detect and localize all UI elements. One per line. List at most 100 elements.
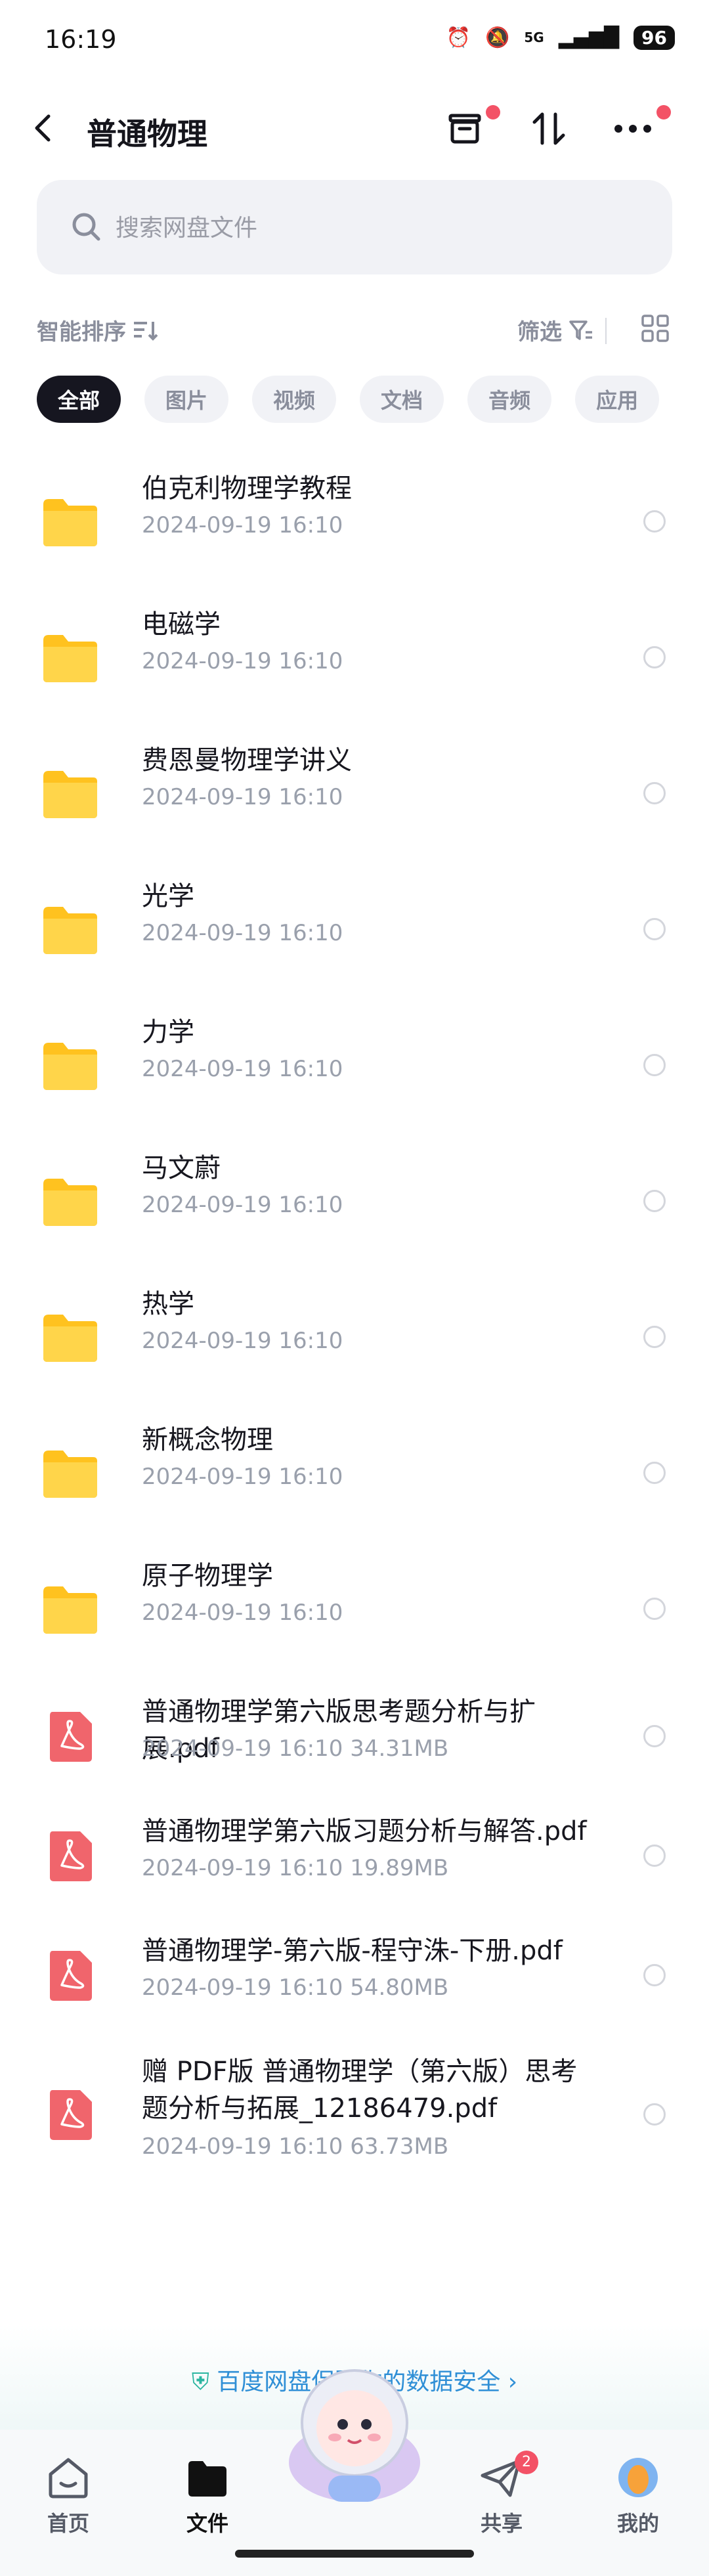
chip-documents[interactable]: 文档 bbox=[360, 376, 444, 423]
file-name: 马文蔚 bbox=[142, 1153, 221, 1183]
folder-row[interactable]: 马文蔚 2024-09-19 16:10 bbox=[0, 1133, 709, 1269]
mascot-astronaut-icon bbox=[289, 2369, 420, 2502]
shield-icon: ⛨ bbox=[191, 2369, 209, 2395]
filter-button[interactable]: 筛选 bbox=[517, 314, 593, 346]
more-dots-icon bbox=[614, 125, 651, 133]
file-meta: 2024-09-19 16:10 bbox=[142, 1192, 343, 1218]
mascot-button[interactable] bbox=[282, 2351, 427, 2508]
more-button[interactable] bbox=[607, 102, 671, 155]
battery-indicator: 96 bbox=[634, 25, 675, 50]
signal-icon: ▂▄▆█ bbox=[558, 26, 620, 49]
file-meta: 2024-09-19 16:10 34.31MB bbox=[142, 1736, 449, 1762]
tab-home[interactable]: 首页 bbox=[16, 2456, 121, 2537]
pdf-icon bbox=[47, 1948, 95, 2005]
chip-apps[interactable]: 应用 bbox=[575, 376, 660, 423]
alarm-icon: ⏰ bbox=[446, 26, 471, 49]
select-checkbox[interactable] bbox=[643, 1461, 666, 1484]
tab-home-label: 首页 bbox=[47, 2511, 89, 2536]
file-name: 赠 PDF版 普通物理学（第六版）思考题分析与拓展_12186479.pdf bbox=[142, 2057, 578, 2124]
select-checkbox[interactable] bbox=[643, 917, 666, 940]
file-meta: 2024-09-19 16:10 63.73MB bbox=[142, 2133, 449, 2160]
file-name: 热学 bbox=[142, 1289, 194, 1319]
sort-lines-icon bbox=[134, 321, 158, 341]
archive-icon bbox=[448, 114, 481, 144]
select-checkbox[interactable] bbox=[643, 1845, 666, 1867]
search-icon bbox=[72, 213, 100, 241]
filter-label: 筛选 bbox=[517, 319, 562, 345]
file-name: 普通物理学-第六版-程守洙-下册.pdf bbox=[142, 1936, 563, 1966]
tab-share-label: 共享 bbox=[480, 2511, 523, 2536]
select-checkbox[interactable] bbox=[643, 1597, 666, 1620]
category-chips: 全部 图片 视频 文档 音频 应用 bbox=[37, 376, 660, 426]
file-meta: 2024-09-19 16:10 bbox=[142, 1328, 343, 1354]
file-meta: 2024-09-19 16:10 bbox=[142, 1600, 343, 1626]
folder-icon bbox=[41, 631, 100, 686]
pdf-icon bbox=[47, 1709, 95, 1766]
chip-all[interactable]: 全部 bbox=[37, 376, 121, 423]
home-indicator bbox=[235, 2550, 474, 2558]
page-title: 普通物理 bbox=[87, 116, 207, 152]
folder-row[interactable]: 光学 2024-09-19 16:10 bbox=[0, 861, 709, 997]
filter-icon bbox=[569, 320, 592, 340]
file-name: 原子物理学 bbox=[142, 1561, 273, 1591]
folder-row[interactable]: 伯克利物理学教程 2024-09-19 16:10 bbox=[0, 453, 709, 589]
notification-dot bbox=[656, 105, 671, 120]
search-input[interactable] bbox=[114, 206, 642, 250]
chip-audio[interactable]: 音频 bbox=[467, 376, 552, 423]
select-checkbox[interactable] bbox=[643, 1964, 666, 1986]
tab-share[interactable]: 2 共享 bbox=[449, 2451, 554, 2537]
pdf-icon bbox=[47, 2087, 95, 2144]
chip-videos[interactable]: 视频 bbox=[252, 376, 337, 423]
pdf-icon bbox=[47, 1829, 95, 1885]
back-button[interactable] bbox=[33, 105, 66, 151]
file-meta: 2024-09-19 16:10 bbox=[142, 1464, 343, 1490]
folder-row[interactable]: 电磁学 2024-09-19 16:10 bbox=[0, 589, 709, 725]
mute-bell-icon: 🔕 bbox=[485, 26, 510, 49]
folder-row[interactable]: 热学 2024-09-19 16:10 bbox=[0, 1269, 709, 1405]
status-bar: 16:19 ⏰ 🔕 5G ▂▄▆█ 96 bbox=[0, 0, 709, 72]
select-checkbox[interactable] bbox=[643, 510, 666, 533]
folder-icon bbox=[41, 1447, 100, 1502]
tab-files[interactable]: 文件 bbox=[155, 2456, 260, 2537]
select-checkbox[interactable] bbox=[643, 1725, 666, 1747]
file-meta: 2024-09-19 16:10 54.80MB bbox=[142, 1975, 449, 2001]
file-name: 力学 bbox=[142, 1017, 194, 1047]
file-name: 伯克利物理学教程 bbox=[142, 473, 352, 504]
file-row[interactable]: 普通物理学-第六版-程守洙-下册.pdf 2024-09-19 16:10 54.… bbox=[0, 1915, 709, 2035]
select-checkbox[interactable] bbox=[643, 1189, 666, 1212]
select-checkbox[interactable] bbox=[643, 2103, 666, 2126]
folder-row[interactable]: 力学 2024-09-19 16:10 bbox=[0, 997, 709, 1133]
file-name: 普通物理学第六版习题分析与解答.pdf bbox=[142, 1816, 587, 1846]
folder-row[interactable]: 新概念物理 2024-09-19 16:10 bbox=[0, 1405, 709, 1540]
tab-profile[interactable]: 我的 bbox=[586, 2456, 691, 2537]
file-meta: 2024-09-19 16:10 bbox=[142, 920, 343, 946]
folder-icon bbox=[41, 1039, 100, 1094]
swap-vertical-icon bbox=[532, 112, 565, 145]
file-name: 新概念物理 bbox=[142, 1425, 273, 1455]
select-checkbox[interactable] bbox=[643, 1053, 666, 1076]
folder-row[interactable]: 原子物理学 2024-09-19 16:10 bbox=[0, 1540, 709, 1676]
file-row[interactable]: 普通物理学第六版习题分析与解答.pdf 2024-09-19 16:10 19.8… bbox=[0, 1796, 709, 1915]
select-checkbox[interactable] bbox=[643, 1325, 666, 1348]
notification-dot bbox=[486, 105, 500, 120]
folder-icon bbox=[41, 903, 100, 958]
chevron-left-icon bbox=[35, 114, 51, 142]
file-row[interactable]: 赠 PDF版 普通物理学（第六版）思考题分析与拓展_12186479.pdf 20… bbox=[0, 2035, 709, 2194]
sort-order-button[interactable] bbox=[523, 102, 575, 155]
folder-row[interactable]: 费恩曼物理学讲义 2024-09-19 16:10 bbox=[0, 725, 709, 861]
grid-view-button[interactable] bbox=[641, 314, 670, 345]
chip-images[interactable]: 图片 bbox=[144, 376, 229, 423]
file-row[interactable]: 普通物理学第六版思考题分析与扩展.pdf 2024-09-19 16:10 34.… bbox=[0, 1676, 709, 1796]
toolbar-divider bbox=[605, 318, 607, 344]
select-checkbox[interactable] bbox=[643, 781, 666, 804]
grid-view-icon bbox=[641, 315, 669, 342]
archive-button[interactable] bbox=[439, 102, 500, 155]
file-name: 电磁学 bbox=[142, 609, 221, 640]
search-bar[interactable] bbox=[37, 180, 672, 274]
share-badge: 2 bbox=[515, 2451, 538, 2474]
sort-label: 智能排序 bbox=[37, 319, 126, 345]
folder-filled-icon bbox=[188, 2461, 226, 2497]
smart-sort-button[interactable]: 智能排序 bbox=[37, 314, 159, 346]
folder-icon bbox=[41, 1583, 100, 1638]
select-checkbox[interactable] bbox=[643, 645, 666, 668]
